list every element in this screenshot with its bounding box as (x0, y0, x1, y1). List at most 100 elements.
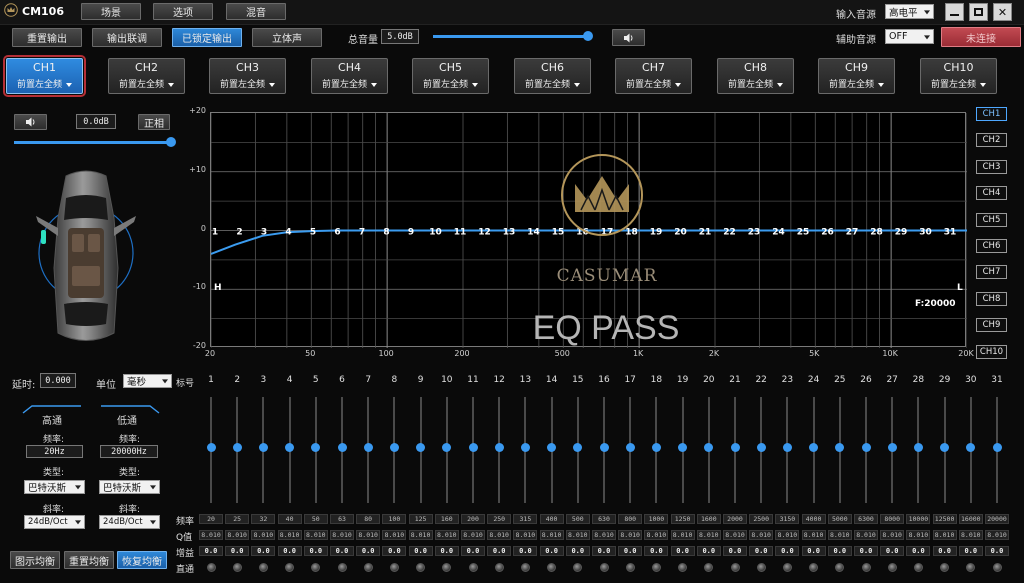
band-q-field[interactable]: 8.010 (461, 530, 485, 540)
channel-tab-speaker-select[interactable]: 前置左全频 (7, 77, 82, 90)
menu-scene-button[interactable]: 场景 (81, 3, 141, 20)
band-slider-knob[interactable] (442, 443, 452, 452)
unit-select[interactable]: 毫秒 (123, 374, 172, 388)
channel-tab-speaker-select[interactable]: 前置左全频 (312, 77, 387, 90)
band-gain-field[interactable]: 0.0 (723, 546, 747, 556)
band-gain-field[interactable]: 0.0 (880, 546, 905, 556)
band-bypass-toggle[interactable] (992, 563, 1002, 572)
band-bypass-toggle[interactable] (809, 563, 819, 572)
band-gain-field[interactable]: 0.0 (801, 546, 826, 556)
channel-tab-9[interactable]: CH9 前置左全频 (818, 58, 895, 94)
band-slider-knob[interactable] (651, 443, 661, 452)
band-q-field[interactable]: 8.010 (880, 530, 905, 540)
band-freq-field[interactable]: 12500 (932, 514, 957, 524)
eq-band-marker[interactable]: 28 (870, 228, 883, 238)
band-gain-field[interactable]: 0.0 (539, 546, 564, 556)
band-bypass-toggle[interactable] (258, 563, 268, 572)
eq-band-marker[interactable]: 6 (334, 228, 340, 238)
delay-field[interactable]: 0.000 (40, 373, 76, 388)
reset-eq-button[interactable]: 重置均衡 (64, 551, 114, 569)
eq-band-marker[interactable]: 9 (408, 228, 414, 238)
band-slider-knob[interactable] (520, 443, 530, 452)
band-freq-field[interactable]: 630 (592, 514, 616, 524)
channel-tab-8[interactable]: CH8 前置左全频 (717, 58, 794, 94)
band-freq-field[interactable]: 500 (565, 514, 590, 524)
eq-graph[interactable]: 1 2 3 4 5 6 7 8 9 10 11 12 13 14 15 16 17 18 19 20 21 22 23 24 2… (210, 112, 967, 348)
channel-tab-speaker-select[interactable]: 前置左全频 (515, 77, 590, 90)
eq-band-marker[interactable]: 12 (478, 228, 491, 238)
band-slider-knob[interactable] (337, 443, 347, 452)
eq-band-marker[interactable]: 31 (944, 228, 957, 238)
eq-band-marker[interactable]: 8 (383, 228, 389, 238)
eq-band-marker[interactable]: 4 (285, 228, 291, 238)
band-gain-field[interactable]: 0.0 (670, 546, 695, 556)
band-bypass-toggle[interactable] (651, 563, 661, 572)
master-volume-knob[interactable] (583, 31, 593, 41)
high-pass-type-select[interactable]: 巴特沃斯 (24, 480, 85, 494)
band-bypass-toggle[interactable] (232, 563, 242, 572)
band-bypass-toggle[interactable] (389, 563, 399, 572)
band-freq-field[interactable]: 1250 (670, 514, 695, 524)
band-q-field[interactable]: 8.010 (985, 530, 1009, 540)
channel-tab-6[interactable]: CH6 前置左全频 (514, 58, 591, 94)
band-bypass-toggle[interactable] (311, 563, 321, 572)
right-channel-4[interactable]: CH4 (976, 186, 1007, 201)
band-gain-field[interactable]: 0.0 (303, 546, 328, 556)
band-gain-field[interactable]: 0.0 (565, 546, 590, 556)
channel-tab-speaker-select[interactable]: 前置左全频 (718, 77, 793, 90)
band-freq-field[interactable]: 40 (277, 514, 302, 524)
band-bypass-toggle[interactable] (782, 563, 792, 572)
eq-band-marker[interactable]: 5 (310, 228, 316, 238)
band-freq-field[interactable]: 4000 (801, 514, 826, 524)
band-gain-field[interactable]: 0.0 (932, 546, 957, 556)
menu-mix-button[interactable]: 混音 (226, 3, 286, 20)
eq-band-marker[interactable]: 7 (359, 228, 365, 238)
band-slider-knob[interactable] (678, 443, 688, 452)
band-freq-field[interactable]: 800 (618, 514, 643, 524)
band-bypass-toggle[interactable] (730, 563, 740, 572)
band-slider-knob[interactable] (258, 443, 268, 452)
right-channel-6[interactable]: CH6 (976, 239, 1007, 253)
band-gain-field[interactable]: 0.0 (906, 546, 931, 556)
band-freq-field[interactable]: 80 (356, 514, 381, 524)
band-freq-field[interactable]: 250 (487, 514, 512, 524)
band-gain-field[interactable]: 0.0 (461, 546, 485, 556)
output-link-button[interactable]: 输出联调 (92, 28, 162, 47)
band-bypass-toggle[interactable] (520, 563, 530, 572)
band-q-field[interactable]: 8.010 (958, 530, 983, 540)
band-gain-field[interactable]: 0.0 (985, 546, 1009, 556)
eq-band-marker[interactable]: 24 (772, 228, 785, 238)
band-freq-field[interactable]: 1000 (644, 514, 669, 524)
band-gain-field[interactable]: 0.0 (199, 546, 223, 556)
band-gain-field[interactable]: 0.0 (749, 546, 774, 556)
band-bypass-toggle[interactable] (966, 563, 976, 572)
low-pass-freq-field[interactable]: 20000Hz (100, 445, 158, 458)
master-mute-button[interactable] (612, 29, 645, 46)
band-freq-field[interactable]: 20 (199, 514, 223, 524)
band-gain-field[interactable]: 0.0 (618, 546, 643, 556)
band-gain-field[interactable]: 0.0 (277, 546, 302, 556)
eq-band-marker[interactable]: 1 (212, 228, 218, 238)
channel-tab-10[interactable]: CH10 前置左全频 (920, 58, 997, 94)
master-volume-slider[interactable] (433, 35, 588, 38)
band-bypass-toggle[interactable] (547, 563, 557, 572)
band-gain-field[interactable]: 0.0 (487, 546, 512, 556)
reset-output-button[interactable]: 重置输出 (12, 28, 82, 47)
channel-gain-field[interactable]: 0.0dB (76, 114, 116, 129)
band-gain-field[interactable]: 0.0 (827, 546, 852, 556)
channel-tab-speaker-select[interactable]: 前置左全频 (413, 77, 488, 90)
band-q-field[interactable]: 8.010 (434, 530, 459, 540)
band-bypass-toggle[interactable] (704, 563, 714, 572)
band-slider-knob[interactable] (992, 443, 1002, 452)
eq-band-marker[interactable]: 20 (674, 228, 687, 238)
band-gain-field[interactable]: 0.0 (330, 546, 354, 556)
high-pass-freq-field[interactable]: 20Hz (26, 445, 83, 458)
band-bypass-toggle[interactable] (835, 563, 845, 572)
eq-band-marker[interactable]: 23 (748, 228, 761, 238)
band-slider-knob[interactable] (835, 443, 845, 452)
phase-button[interactable]: 正相 (138, 114, 170, 130)
band-bypass-toggle[interactable] (625, 563, 635, 572)
band-gain-field[interactable]: 0.0 (644, 546, 669, 556)
eq-band-marker[interactable]: 27 (846, 228, 859, 238)
band-gain-field[interactable]: 0.0 (251, 546, 276, 556)
